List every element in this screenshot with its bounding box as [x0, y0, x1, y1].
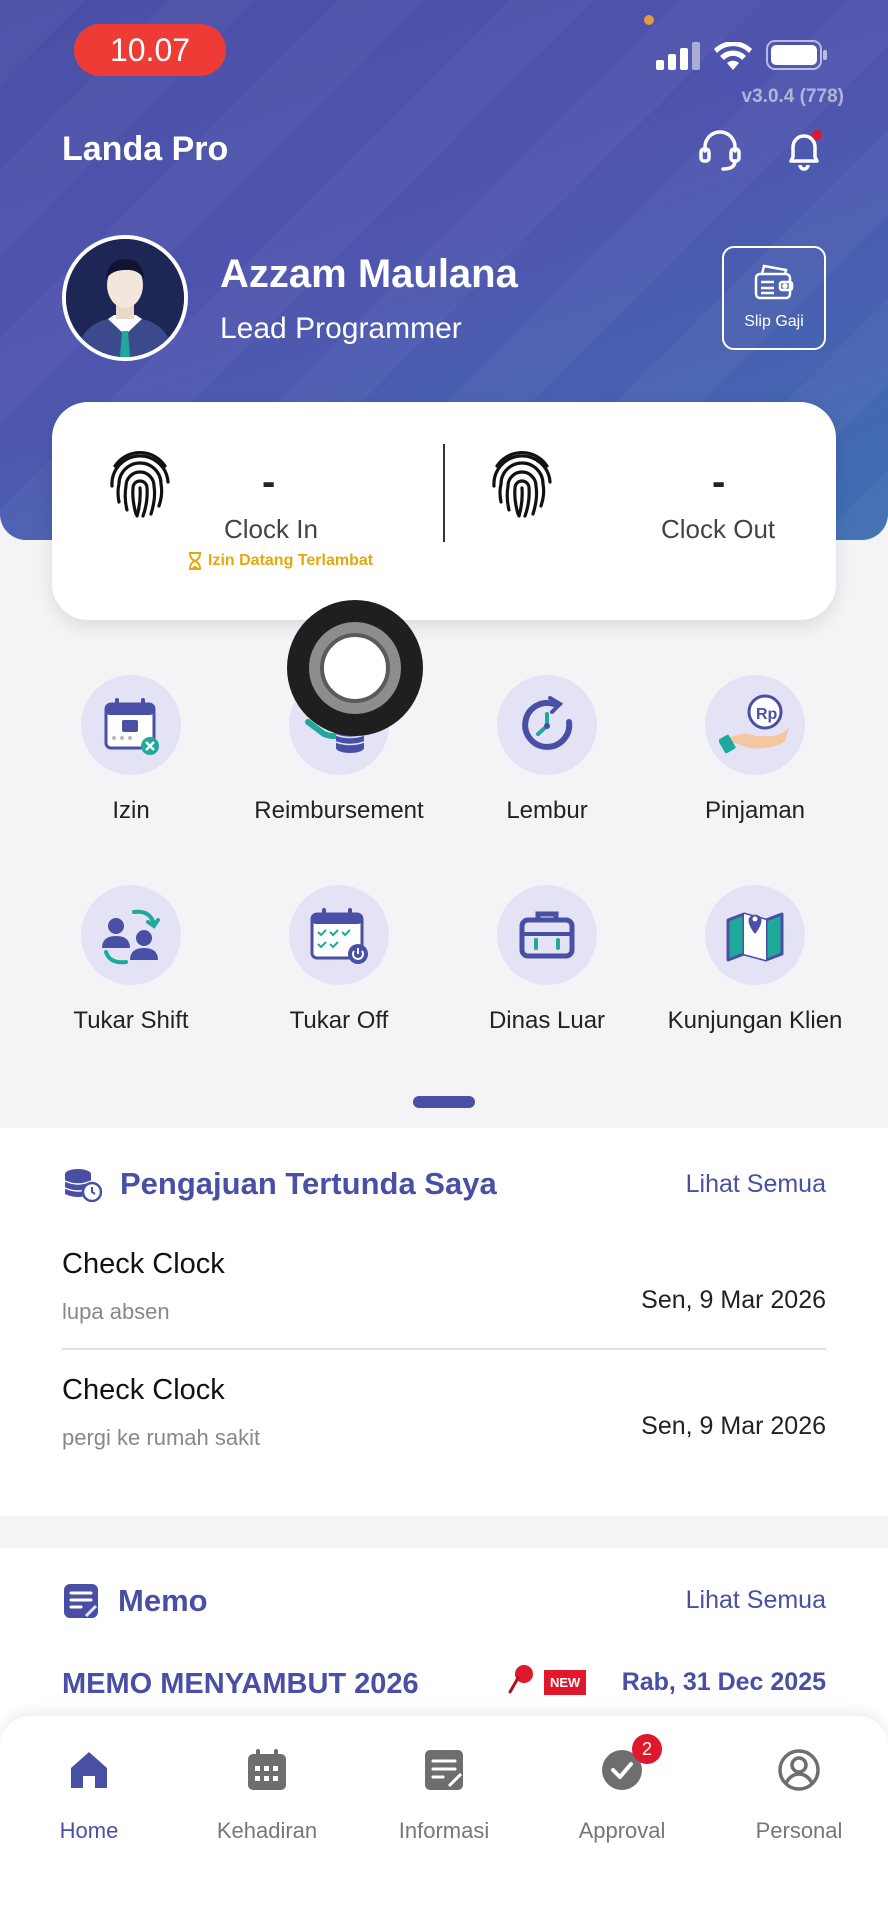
- list-item[interactable]: Check Clock pergi ke rumah sakit Sen, 9 …: [62, 1374, 826, 1451]
- menu-label: Tukar Off: [289, 1007, 389, 1034]
- wifi-icon: [714, 42, 752, 70]
- swap-people-icon: [81, 885, 181, 985]
- fingerprint-icon: [492, 451, 552, 518]
- nav-informasi[interactable]: Informasi: [355, 1744, 533, 1844]
- nav-label: Home: [59, 1818, 119, 1843]
- pending-title-text: Pengajuan Tertunda Saya: [120, 1166, 497, 1201]
- menu-page-indicator[interactable]: [413, 1096, 475, 1108]
- clock-in-panel[interactable]: - Clock In Izin Datang Terlambat: [52, 402, 444, 620]
- clock-out-label: Clock Out: [661, 514, 776, 544]
- pushpin-icon: [508, 1665, 533, 1694]
- late-permission-text: Izin Datang Terlambat: [208, 552, 374, 569]
- hourglass-icon: [189, 552, 201, 570]
- late-permission-note[interactable]: Izin Datang Terlambat: [188, 552, 373, 570]
- request-title: Check Clock: [62, 1374, 225, 1406]
- menu-label: Reimbursement: [254, 797, 424, 824]
- wallet-money-icon: [754, 264, 794, 300]
- user-avatar-illustration: [66, 239, 184, 357]
- database-clock-icon: [64, 1169, 102, 1202]
- request-date: Sen, 9 Mar 2026: [641, 1412, 826, 1440]
- home-icon: [63, 1744, 115, 1796]
- status-icons: [656, 40, 828, 70]
- nav-home[interactable]: Home: [0, 1744, 178, 1844]
- memo-item-date: Rab, 31 Dec 2025: [621, 1668, 826, 1696]
- menu-label: Izin: [112, 797, 150, 824]
- request-date: Sen, 9 Mar 2026: [641, 1286, 826, 1314]
- bottom-navigation: Home Kehadiran Informasi 2 Approval Pers…: [0, 1716, 888, 1920]
- pending-see-all-link[interactable]: Lihat Semua: [686, 1170, 826, 1199]
- document-edit-icon: [418, 1744, 470, 1796]
- app-version: v3.0.4 (778): [741, 86, 844, 107]
- app-title: Landa Pro: [62, 130, 229, 168]
- status-time: 10.07: [74, 24, 226, 76]
- calendar-cancel-icon: [81, 675, 181, 775]
- menu-dinas-luar[interactable]: Dinas Luar: [442, 885, 652, 1035]
- nav-label: Approval: [578, 1818, 666, 1843]
- user-name: Azzam Maulana: [220, 252, 518, 296]
- privacy-indicator-dot: [644, 15, 654, 25]
- menu-label: Tukar Shift: [73, 1007, 189, 1034]
- nav-personal[interactable]: Personal: [710, 1744, 888, 1844]
- menu-tukar-shift[interactable]: Tukar Shift: [26, 885, 236, 1035]
- menu-label: Pinjaman: [704, 797, 806, 824]
- clock-icon: [497, 675, 597, 775]
- memo-section-title: Memo: [62, 1582, 208, 1620]
- battery-icon: [766, 40, 827, 70]
- calendar-icon: [241, 1744, 293, 1796]
- nav-label: Informasi: [398, 1818, 490, 1843]
- user-circle-icon: [773, 1744, 825, 1796]
- menu-label: Lembur: [506, 797, 588, 824]
- signal-icon: [656, 42, 700, 70]
- menu-izin[interactable]: Izin: [26, 675, 236, 825]
- clock-in-value: -: [262, 460, 276, 504]
- clock-in-label: Clock In: [224, 514, 318, 544]
- clock-out-value: -: [712, 460, 726, 504]
- clock-card: - Clock In Izin Datang Terlambat - Clock…: [52, 402, 836, 620]
- support-button[interactable]: [694, 124, 746, 176]
- nav-label: Personal: [755, 1818, 843, 1843]
- calendar-power-icon: [289, 885, 389, 985]
- avatar[interactable]: [62, 235, 188, 361]
- request-title: Check Clock: [62, 1248, 225, 1280]
- clock-out-panel[interactable]: - Clock Out: [444, 402, 836, 620]
- slip-gaji-button[interactable]: Slip Gaji: [722, 246, 826, 350]
- bell-icon: [789, 130, 822, 171]
- slip-gaji-label: Slip Gaji: [744, 313, 804, 330]
- divider: [62, 1348, 826, 1350]
- menu-label: Kunjungan Klien: [667, 1007, 843, 1034]
- menu-label: Dinas Luar: [488, 1007, 606, 1034]
- memo-item[interactable]: MEMO MENYAMBUT 2026 NEW Rab, 31 Dec 2025: [62, 1665, 826, 1701]
- menu-kunjungan-klien[interactable]: Kunjungan Klien: [650, 885, 860, 1035]
- menu-tukar-off[interactable]: Tukar Off: [234, 885, 444, 1035]
- check-circle-icon: 2: [596, 1734, 662, 1796]
- loan-hand-icon: Rp: [705, 675, 805, 775]
- svg-text:Rp: Rp: [756, 706, 778, 723]
- approval-count-badge: 2: [632, 1734, 662, 1764]
- menu-pinjaman[interactable]: Rp Pinjaman: [650, 675, 860, 825]
- notification-button[interactable]: [778, 124, 830, 176]
- headset-icon: [699, 130, 741, 171]
- map-pin-icon: [705, 885, 805, 985]
- briefcase-icon: [497, 885, 597, 985]
- nav-kehadiran[interactable]: Kehadiran: [178, 1744, 356, 1844]
- memo-note-icon: [64, 1584, 98, 1618]
- assistive-touch-button[interactable]: [287, 600, 423, 736]
- user-role: Lead Programmer: [220, 312, 462, 345]
- pending-section: Pengajuan Tertunda Saya Lihat Semua Chec…: [0, 1128, 888, 1516]
- nav-approval[interactable]: 2 Approval: [533, 1734, 711, 1844]
- fingerprint-icon: [110, 451, 170, 518]
- memo-see-all-link[interactable]: Lihat Semua: [686, 1586, 826, 1615]
- new-badge: NEW: [544, 1670, 587, 1695]
- list-item[interactable]: Check Clock lupa absen Sen, 9 Mar 2026: [62, 1248, 826, 1325]
- memo-title-text: Memo: [118, 1583, 208, 1618]
- menu-lembur[interactable]: Lembur: [442, 675, 652, 825]
- nav-label: Kehadiran: [216, 1818, 318, 1843]
- pending-section-title: Pengajuan Tertunda Saya: [62, 1166, 497, 1202]
